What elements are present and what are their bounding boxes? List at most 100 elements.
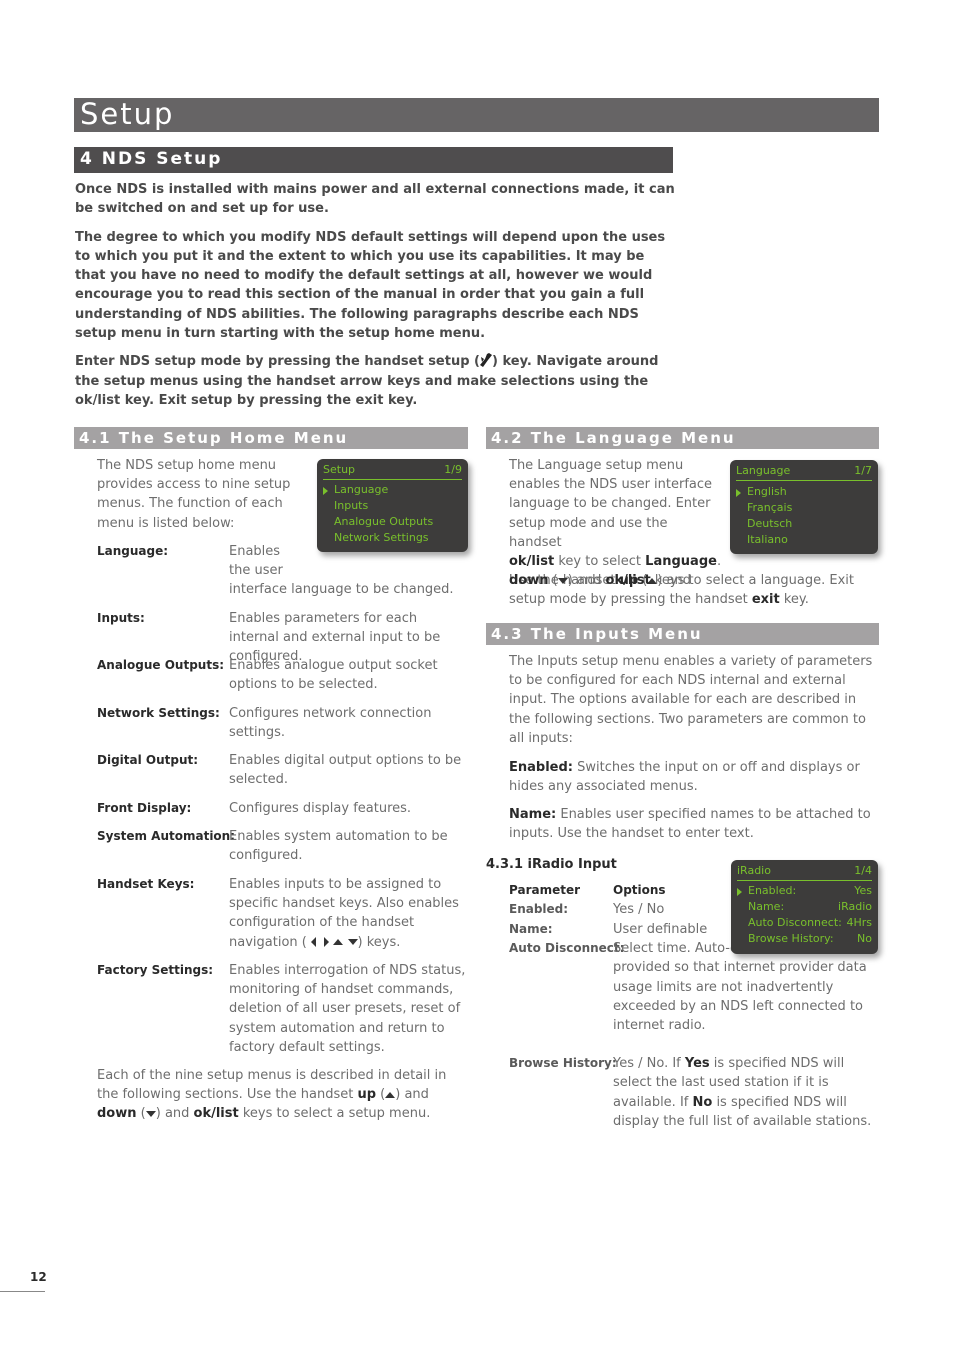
definition-term: Language: <box>97 544 169 558</box>
definition-desc: Enables digital output options to be sel… <box>229 753 462 788</box>
intro-paragraph-1: Once NDS is installed with mains power a… <box>75 182 675 217</box>
lcd-item-label: Inputs <box>334 499 369 512</box>
language-text: ) and <box>567 573 606 588</box>
definition-desc: Enables interrogation of NDS status, mon… <box>229 963 466 1055</box>
intro-paragraph-2: The degree to which you modify NDS defau… <box>75 229 666 342</box>
oklist-key-label: ok/list <box>193 1106 239 1122</box>
exit-key-label: exit <box>751 592 780 608</box>
definition-term: Inputs: <box>97 611 145 625</box>
subsection-header-4-3: 4.3 The Inputs Menu <box>486 623 879 645</box>
language-text: ( <box>548 573 558 588</box>
lcd-item: Français <box>736 501 872 517</box>
language-text: key. <box>779 592 809 608</box>
outro-text: ) and <box>155 1106 194 1122</box>
definition-term: System Automation: <box>97 829 236 843</box>
definition-desc-text-end: ) keys. <box>357 934 401 950</box>
left-arrow-icon <box>310 937 316 948</box>
parameter-header: Parameter <box>509 883 581 897</box>
lcd-header: Setup 1/9 <box>323 463 462 480</box>
parameter-key: Enabled: <box>509 902 569 916</box>
language-text: . <box>716 554 722 570</box>
lcd-title: Setup <box>323 463 356 476</box>
selection-arrow-icon <box>736 489 741 497</box>
definition-desc: Enables inputs to be assigned to specifi… <box>229 875 469 952</box>
lcd-title: iRadio <box>737 864 771 877</box>
up-arrow-icon <box>333 939 344 946</box>
name-label: Name: <box>509 807 557 822</box>
inputs-name-text: Name: Enables user specified names to be… <box>509 805 879 843</box>
outro-text: ) and <box>395 1087 429 1103</box>
up-arrow-icon <box>385 1091 396 1098</box>
lcd-header: iRadio 1/4 <box>737 864 872 881</box>
outro-text: keys to select a setup menu. <box>238 1106 431 1122</box>
right-arrow-icon <box>324 937 330 948</box>
lcd-item-label: Italiano <box>747 533 788 546</box>
footer-rule <box>0 1291 45 1292</box>
lcd-item-value: iRadio <box>838 900 872 913</box>
setup-home-outro: Each of the nine setup menus is describe… <box>97 1066 467 1124</box>
lcd-item-label: Network Settings <box>334 531 429 544</box>
down-arrow-icon <box>557 577 568 584</box>
down-key-label: down <box>97 1106 137 1122</box>
section-header: 4 NDS Setup <box>74 147 673 173</box>
definition-term: Digital Output: <box>97 753 199 767</box>
lcd-item: English <box>736 485 872 501</box>
lcd-item-label: Français <box>747 501 793 514</box>
lcd-language-menu: Language 1/7 English Français Deutsch It… <box>730 460 878 554</box>
subsection-header-4-2: 4.2 The Language Menu <box>486 427 879 449</box>
lcd-page: 1/4 <box>854 864 872 877</box>
definition-desc: Configures network connection settings. <box>229 706 432 741</box>
selection-arrow-icon <box>323 487 328 495</box>
definition-term: Analogue Outputs: <box>97 658 225 672</box>
definition-desc: Configures display features. <box>229 801 412 816</box>
page-number: 12 <box>30 1270 47 1284</box>
lcd-page: 1/7 <box>854 464 872 477</box>
language-text: key to select <box>554 554 646 570</box>
lcd-item: Network Settings <box>323 531 462 547</box>
lcd-item: Auto Disconnect: 4Hrs <box>737 916 872 932</box>
lcd-item: Language <box>323 483 462 499</box>
down-arrow-icon <box>347 939 358 946</box>
subsection-title-4-1: 4.1 The Setup Home Menu <box>79 429 349 447</box>
definition-term: Front Display: <box>97 801 192 815</box>
language-label: Language <box>645 554 717 570</box>
parameter-key: Auto Disconnect: <box>509 941 625 955</box>
lcd-title: Language <box>736 464 791 477</box>
lcd-item-label: Deutsch <box>747 517 793 530</box>
lcd-item-label: Auto Disconnect: <box>748 916 842 929</box>
lcd-item-value: 4Hrs <box>846 916 872 929</box>
language-menu-text-bottom: down () and ok/list keys to select a lan… <box>509 571 879 609</box>
subsection-header-4-1: 4.1 The Setup Home Menu <box>74 427 468 449</box>
lcd-item: Analogue Outputs <box>323 515 462 531</box>
definition-desc-text: Enables inputs to be assigned to specifi… <box>229 877 459 950</box>
subsection-title-4-3: 4.3 The Inputs Menu <box>491 625 703 643</box>
inputs-enabled-text: Enabled: Switches the input on or off an… <box>509 758 879 796</box>
lcd-item-value: Yes <box>854 884 872 897</box>
parameter-key: Name: <box>509 922 553 936</box>
lcd-item: Name: iRadio <box>737 900 872 916</box>
outro-text: ( <box>376 1087 386 1103</box>
definition-desc-cont: interface language to be changed. <box>229 582 454 597</box>
lcd-item: Inputs <box>323 499 462 515</box>
definition-term: Network Settings: <box>97 706 220 720</box>
lcd-item-label: Analogue Outputs <box>334 515 434 528</box>
lcd-header: Language 1/7 <box>736 464 872 481</box>
parameter-value-text: Yes / No. If <box>613 1056 685 1071</box>
definition-term: Handset Keys: <box>97 877 195 891</box>
lcd-item: Enabled: Yes <box>737 884 872 900</box>
oklist-key-label: ok/list <box>509 554 555 570</box>
lcd-page: 1/9 <box>444 463 462 476</box>
definition-desc: Enables system automation to be configur… <box>229 829 448 864</box>
intro-text: Once NDS is installed with mains power a… <box>75 180 675 419</box>
lcd-item-label: Enabled: <box>748 884 797 897</box>
no-label: No <box>692 1094 713 1110</box>
lcd-item-label: Browse History: <box>748 932 834 945</box>
selection-arrow-icon <box>737 888 742 896</box>
section-title: 4 NDS Setup <box>80 149 223 169</box>
lcd-item-label: Name: <box>748 900 785 913</box>
intro-paragraph-3: Enter NDS setup mode by pressing the han… <box>75 352 675 410</box>
page-title-bar: Setup <box>74 97 879 132</box>
iradio-input-heading: 4.3.1 iRadio Input <box>486 857 617 872</box>
subsection-title-4-2: 4.2 The Language Menu <box>491 429 736 447</box>
inputs-menu-intro: The Inputs setup menu enables a variety … <box>509 654 873 746</box>
